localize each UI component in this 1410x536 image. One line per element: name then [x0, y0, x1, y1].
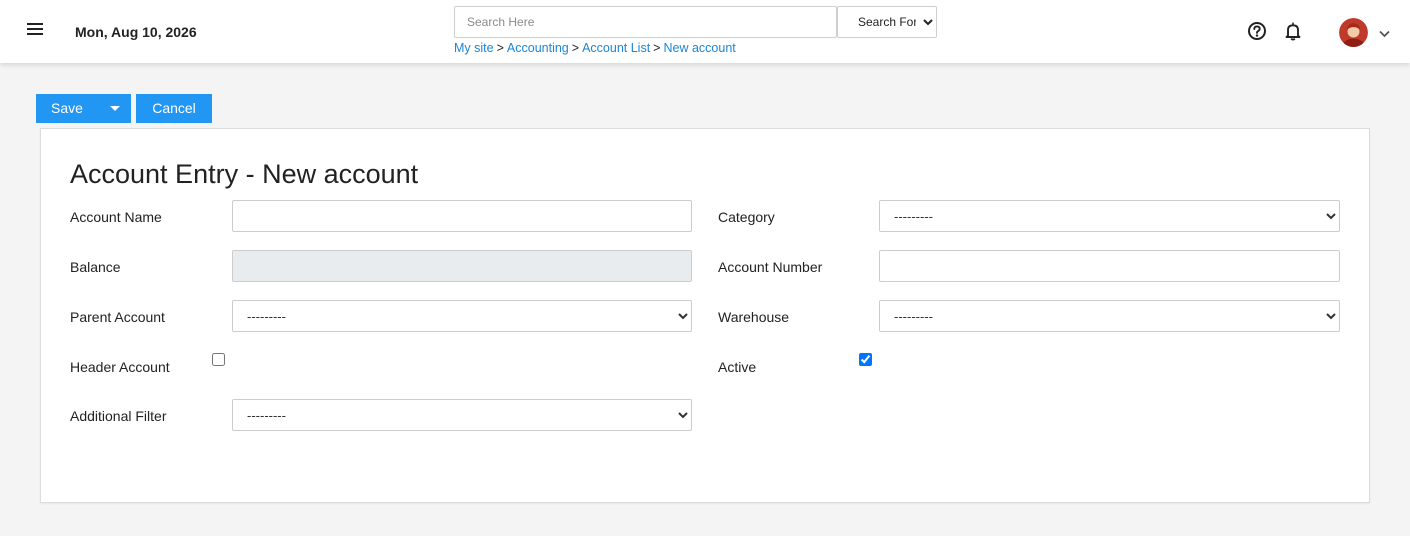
breadcrumb-new-account[interactable]: New account	[663, 41, 735, 55]
cancel-button[interactable]: Cancel	[136, 94, 212, 123]
breadcrumb-separator: >	[653, 41, 661, 55]
active-checkbox[interactable]	[859, 353, 872, 366]
balance-input	[232, 250, 692, 282]
header-account-checkbox[interactable]	[212, 353, 225, 366]
parent-account-label: Parent Account	[70, 309, 165, 325]
breadcrumb-account-list[interactable]: Account List	[582, 41, 650, 55]
search-for-select[interactable]: Search For...	[837, 6, 937, 38]
category-label: Category	[718, 209, 775, 225]
avatar[interactable]	[1339, 18, 1368, 47]
bell-icon[interactable]	[1282, 20, 1304, 42]
active-label: Active	[718, 359, 757, 375]
menu-icon[interactable]	[26, 21, 48, 41]
chevron-down-icon[interactable]	[1378, 26, 1391, 38]
account-number-input[interactable]	[879, 250, 1340, 282]
additional-filter-label: Additional Filter	[70, 408, 167, 424]
caret-down-icon	[110, 106, 120, 111]
warehouse-select[interactable]: ---------	[879, 300, 1340, 332]
parent-account-select[interactable]: ---------	[232, 300, 692, 332]
account-entry-card: Account Entry - New account Account Name…	[40, 128, 1370, 503]
help-icon[interactable]	[1246, 20, 1268, 42]
breadcrumb: My site > Accounting > Account List > New acco…	[454, 41, 736, 55]
warehouse-label: Warehouse	[718, 309, 790, 325]
account-name-label: Account Name	[70, 209, 162, 225]
current-date: Mon, Aug 10, 2026	[75, 24, 197, 40]
save-options-dropdown[interactable]	[98, 94, 131, 123]
account-name-input[interactable]	[232, 200, 692, 232]
top-bar: Mon, Aug 10, 2026 Search For... My site>…	[0, 0, 1410, 63]
breadcrumb-separator: >	[571, 41, 580, 55]
breadcrumb-my-site[interactable]: My site	[454, 41, 494, 55]
additional-filter-select[interactable]: ---------	[232, 399, 692, 431]
page-title: Account Entry - New account	[70, 159, 419, 189]
breadcrumb-accounting[interactable]: Accounting	[507, 41, 569, 55]
balance-label: Balance	[70, 259, 121, 275]
search-input[interactable]	[454, 6, 837, 38]
save-button[interactable]: Save	[36, 94, 98, 123]
header-account-label: Header Account	[70, 359, 170, 375]
breadcrumb-separator: >	[496, 41, 504, 55]
category-select[interactable]: ---------	[879, 200, 1340, 232]
account-number-label: Account Number	[718, 259, 823, 275]
